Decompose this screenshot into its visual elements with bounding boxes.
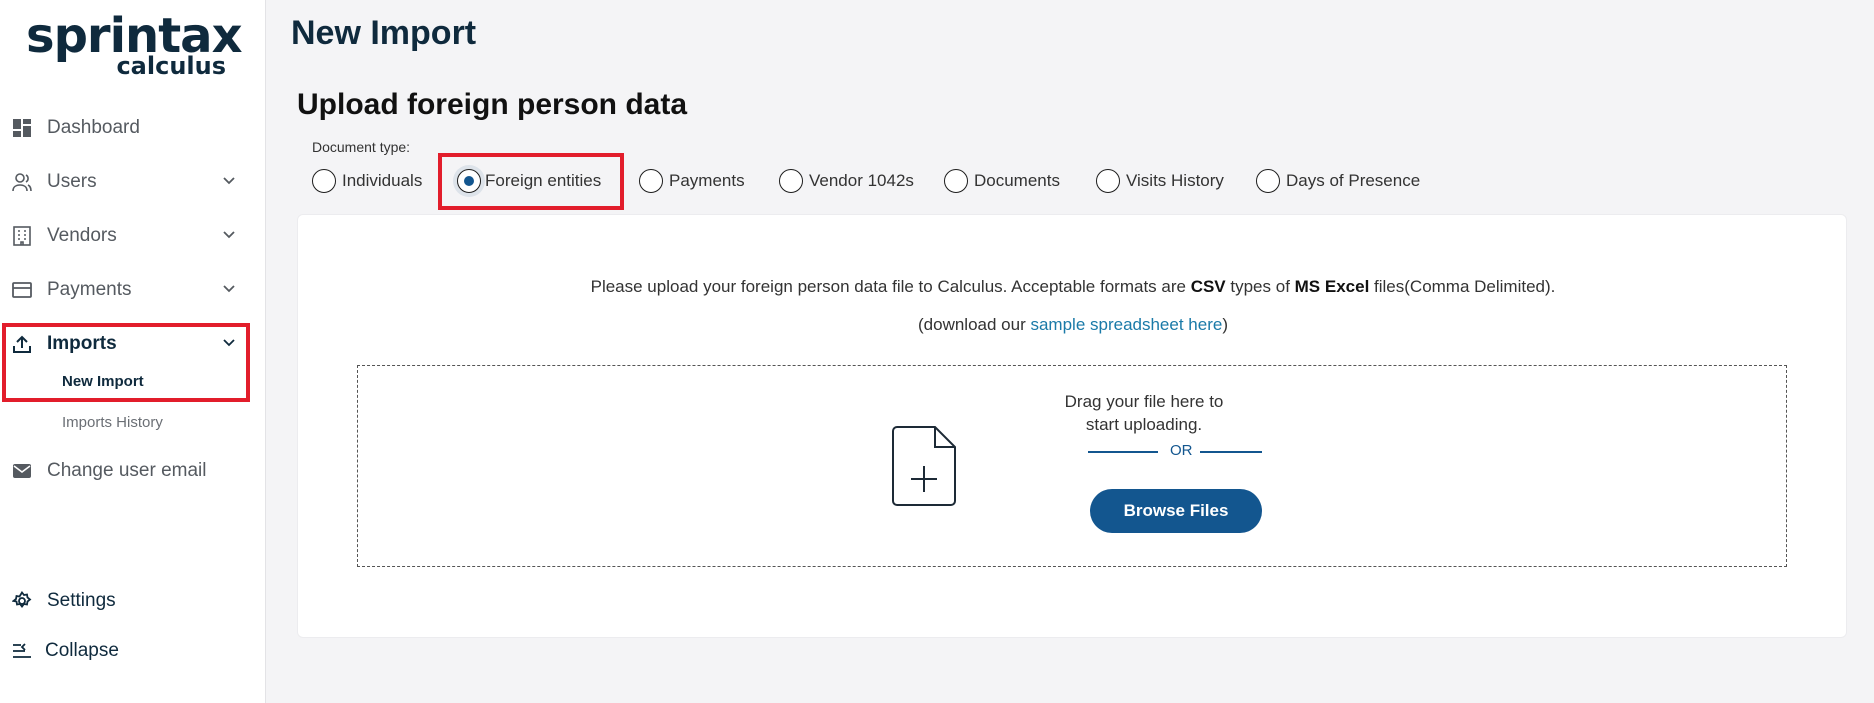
document-type-label: Document type:: [312, 139, 411, 155]
chevron-down-icon: [223, 177, 235, 185]
or-text: OR: [1170, 442, 1193, 459]
sidebar-item-change-user-email[interactable]: Change user email: [0, 451, 266, 491]
sidebar-item-label: Change user email: [47, 460, 207, 481]
download-sample-line: (download our sample spreadsheet here): [298, 315, 1848, 335]
mail-icon: [13, 464, 31, 478]
radio-label: Individuals: [342, 171, 423, 190]
section-title: Upload foreign person data: [297, 88, 688, 121]
excel-format: MS Excel: [1294, 277, 1370, 296]
building-icon: [13, 226, 31, 246]
radio-individuals[interactable]: Individuals: [312, 167, 422, 195]
csv-format: CSV: [1190, 277, 1226, 296]
sidebar: sprintax calculus Dashboard Users Vendor…: [0, 0, 266, 703]
radio-vendor-1042s[interactable]: Vendor 1042s: [779, 167, 914, 195]
sidebar-item-label: Users: [47, 171, 97, 192]
radio-circle[interactable]: [1096, 169, 1120, 193]
download-prefix: (download our: [918, 315, 1031, 334]
download-suffix: ): [1222, 315, 1228, 334]
imports-highlight-box: [2, 323, 250, 402]
sidebar-item-payments[interactable]: Payments: [0, 270, 266, 310]
browse-files-button[interactable]: Browse Files: [1090, 489, 1262, 533]
instructions-text: Please upload your foreign person data f…: [590, 277, 1191, 296]
sidebar-item-label: Dashboard: [47, 117, 140, 138]
radio-label: Visits History: [1126, 171, 1224, 190]
dashboard-icon: [13, 119, 31, 137]
sprintax-logo[interactable]: sprintax calculus: [26, 6, 243, 80]
radio-label: Days of Presence: [1286, 171, 1421, 190]
instructions-text: files(Comma Delimited).: [1369, 277, 1556, 296]
chevron-down-icon: [223, 285, 235, 293]
file-dropzone[interactable]: Drag your file here to start uploading. …: [357, 365, 1787, 567]
file-add-icon: [892, 426, 956, 506]
sidebar-item-vendors[interactable]: Vendors: [0, 216, 266, 256]
sidebar-item-label: Payments: [47, 279, 132, 300]
sidebar-item-label: Vendors: [47, 225, 117, 246]
radio-label: Documents: [974, 171, 1060, 190]
sidebar-item-dashboard[interactable]: Dashboard: [0, 108, 266, 148]
settings-label: Settings: [47, 590, 116, 611]
upload-instructions: Please upload your foreign person data f…: [298, 277, 1848, 297]
sidebar-item-collapse[interactable]: Collapse: [0, 631, 266, 671]
sidebar-item-settings[interactable]: Settings: [0, 581, 266, 621]
gear-icon: [12, 591, 32, 608]
sample-spreadsheet-link[interactable]: sample spreadsheet here: [1030, 315, 1222, 334]
radio-documents[interactable]: Documents: [944, 167, 1060, 195]
logo-subtitle: calculus: [116, 52, 226, 80]
or-divider: OR: [1088, 442, 1263, 462]
foreign-entities-highlight-box: [438, 153, 624, 210]
collapse-icon: [13, 643, 31, 658]
radio-payments[interactable]: Payments: [639, 167, 745, 195]
collapse-label: Collapse: [45, 640, 119, 661]
chevron-down-icon: [223, 231, 235, 239]
page-title: New Import: [291, 14, 477, 52]
sidebar-item-users[interactable]: Users: [0, 162, 266, 202]
instructions-text: types of: [1225, 277, 1295, 296]
radio-circle[interactable]: [944, 169, 968, 193]
radio-circle[interactable]: [779, 169, 803, 193]
radio-label: Vendor 1042s: [809, 171, 914, 190]
radio-days-of-presence[interactable]: Days of Presence: [1256, 167, 1420, 195]
radio-circle[interactable]: [1256, 169, 1280, 193]
upload-card: Please upload your foreign person data f…: [297, 214, 1847, 638]
user-icon: [12, 173, 32, 192]
radio-circle[interactable]: [312, 169, 336, 193]
card-icon: [12, 282, 32, 298]
radio-label: Payments: [669, 171, 745, 190]
drag-instructions: Drag your file here to start uploading.: [1064, 392, 1224, 434]
radio-visits-history[interactable]: Visits History: [1096, 167, 1224, 195]
sidebar-subitem-imports-history[interactable]: Imports History: [62, 414, 163, 431]
radio-circle[interactable]: [639, 169, 663, 193]
